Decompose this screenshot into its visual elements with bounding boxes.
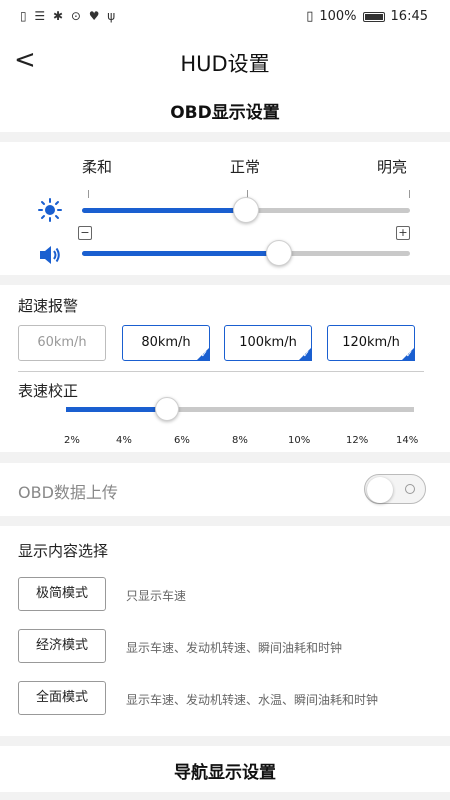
app-header: HUD设置 < <box>0 34 450 88</box>
brightness-label-soft: 柔和 <box>82 158 113 176</box>
speed-option-label: 100km/h <box>239 335 297 350</box>
calibration-tick: 12% <box>346 435 369 446</box>
battery-percent: 100% <box>319 9 357 24</box>
mode-full-desc: 显示车速、发动机转速、水温、瞬间油耗和时钟 <box>126 693 379 707</box>
speed-option-100[interactable]: 100km/h ✓ <box>224 325 312 361</box>
speed-option-60[interactable]: 60km/h <box>18 325 106 361</box>
obd-section-title: OBD显示设置 <box>170 103 280 123</box>
toggle-off-icon <box>405 484 415 494</box>
brightness-fill <box>82 208 246 213</box>
calibration-slider[interactable] <box>66 397 414 423</box>
volume-minus-button[interactable]: − <box>78 226 92 240</box>
calibration-fill <box>66 407 167 412</box>
calibration-tick: 6% <box>174 435 190 446</box>
status-bar: ▯ ☰ ✱ ⊙ ♥ ψ ▯ 100% 16:45 <box>0 0 450 34</box>
upload-row: OBD数据上传 <box>0 463 450 516</box>
mode-full-button[interactable]: 全面模式 <box>18 681 106 715</box>
obd-section-header: OBD显示设置 <box>0 88 450 132</box>
calibration-tick: 14% <box>396 435 419 446</box>
volume-plus-button[interactable]: + <box>396 226 410 240</box>
volume-slider[interactable] <box>82 240 410 266</box>
calibration-tick: 2% <box>64 435 80 446</box>
volume-thumb[interactable] <box>266 240 292 266</box>
sun-icon <box>38 198 62 226</box>
battery-icon <box>362 11 385 22</box>
clock: 16:45 <box>390 9 428 24</box>
speed-option-120[interactable]: 120km/h ✓ <box>327 325 415 361</box>
calibration-thumb[interactable] <box>155 397 179 421</box>
display-content-card: 显示内容选择 极简模式 只显示车速 经济模式 显示车速、发动机转速、瞬间油耗和时… <box>0 526 450 736</box>
calibration-tick: 8% <box>232 435 248 446</box>
mode-minimal-button[interactable]: 极简模式 <box>18 577 106 611</box>
back-icon: < <box>14 45 36 75</box>
volume-fill <box>82 251 279 256</box>
mode-minimal-desc: 只显示车速 <box>126 589 187 603</box>
calibration-tick: 4% <box>116 435 132 446</box>
check-icon: ✓ <box>302 350 310 360</box>
status-right: ▯ 100% 16:45 <box>306 9 428 24</box>
mode-economy-button[interactable]: 经济模式 <box>18 629 106 663</box>
brightness-slider[interactable] <box>82 197 410 223</box>
nav-section-title: 导航显示设置 <box>174 763 276 783</box>
speed-option-label: 80km/h <box>141 335 191 350</box>
page-title: HUD设置 <box>180 52 270 76</box>
check-icon: ✓ <box>200 350 208 360</box>
mode-economy-desc: 显示车速、发动机转速、瞬间油耗和时钟 <box>126 641 343 655</box>
upload-toggle[interactable] <box>364 474 426 504</box>
brightness-label-bright: 明亮 <box>377 158 408 176</box>
brightness-label-normal: 正常 <box>230 158 261 176</box>
brightness-thumb[interactable] <box>233 197 259 223</box>
vibrate-icon: ▯ <box>306 9 314 24</box>
speed-option-label: 120km/h <box>342 335 400 350</box>
check-icon: ✓ <box>405 350 413 360</box>
nav-section-header: 导航显示设置 <box>0 746 450 792</box>
speaker-icon <box>38 244 62 270</box>
calibration-tick: 10% <box>288 435 311 446</box>
back-button[interactable]: < <box>14 46 44 76</box>
brightness-card: 柔和 正常 明亮 − + <box>0 142 450 275</box>
upload-label: OBD数据上传 <box>18 483 118 502</box>
toggle-knob <box>367 477 393 503</box>
speed-card: 超速报警 60km/h 80km/h ✓ 100km/h ✓ 120km/h ✓… <box>0 285 450 452</box>
display-content-label: 显示内容选择 <box>18 542 109 560</box>
overspeed-label: 超速报警 <box>18 297 79 315</box>
status-icons: ▯ ☰ ✱ ⊙ ♥ ψ <box>20 9 118 23</box>
speed-option-80[interactable]: 80km/h ✓ <box>122 325 210 361</box>
divider <box>18 371 424 372</box>
